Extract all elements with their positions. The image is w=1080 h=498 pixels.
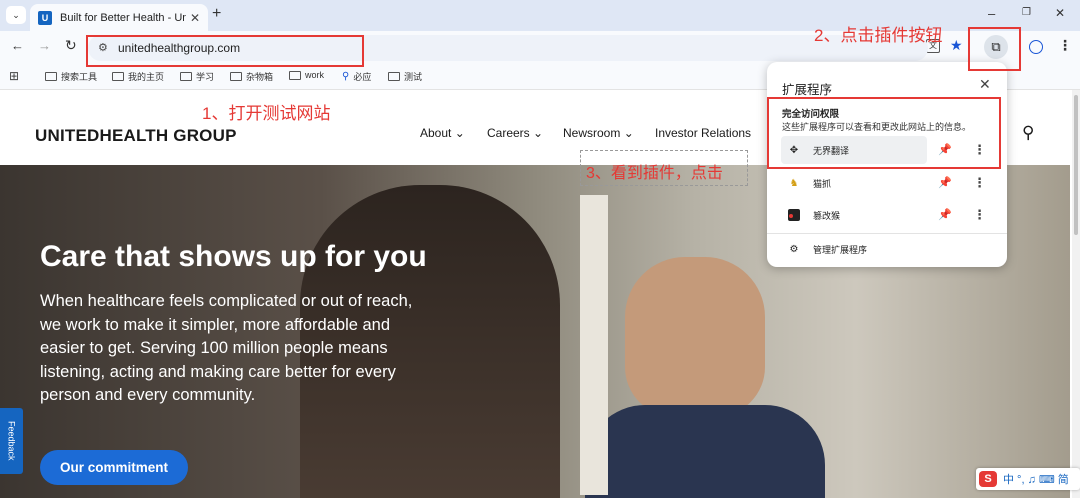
site-logo[interactable]: UNITEDHEALTH GROUP bbox=[35, 126, 237, 146]
minimize-button[interactable]: – bbox=[988, 6, 995, 21]
pin-icon[interactable]: 📌 bbox=[938, 208, 952, 221]
bookmark-label: 搜索工具 bbox=[61, 72, 98, 82]
bookmark-item[interactable]: 学习 bbox=[180, 70, 214, 83]
bookmark-item[interactable]: 杂物箱 bbox=[230, 70, 273, 83]
bookmark-item[interactable]: 我的主页 bbox=[112, 70, 164, 83]
menu-kebab-icon[interactable]: ⋮ bbox=[1058, 37, 1072, 54]
bookmark-item[interactable]: 测试 bbox=[388, 70, 422, 83]
gear-icon: ⚙ bbox=[789, 243, 799, 255]
pin-icon[interactable]: 📌 bbox=[938, 176, 952, 189]
tampermonkey-icon bbox=[787, 208, 801, 222]
bookmark-item[interactable]: 搜索工具 bbox=[45, 70, 97, 83]
bookmark-item[interactable]: work bbox=[289, 70, 324, 80]
annotation-box-address bbox=[86, 35, 364, 67]
apps-grid-icon[interactable]: ⊞ bbox=[9, 69, 19, 83]
bookmark-item[interactable]: ⚲ 必应 bbox=[342, 70, 371, 83]
popup-title: 扩展程序 bbox=[782, 83, 833, 97]
close-tab-icon[interactable]: ✕ bbox=[190, 11, 200, 25]
folder-icon bbox=[289, 70, 301, 80]
search-icon: ⚲ bbox=[342, 71, 350, 82]
hero-person-right bbox=[625, 257, 765, 417]
bookmark-label: 杂物箱 bbox=[246, 72, 274, 82]
porch-post bbox=[580, 195, 608, 495]
forward-arrow-icon[interactable]: → bbox=[38, 38, 51, 53]
annotation-step3: 3、看到插件，点击 bbox=[586, 165, 723, 182]
scrollbar-thumb[interactable] bbox=[1074, 95, 1078, 235]
chevron-down-icon: ⌄ bbox=[623, 126, 634, 140]
close-icon[interactable]: ✕ bbox=[979, 76, 991, 93]
folder-icon bbox=[180, 72, 192, 81]
bookmark-label: work bbox=[305, 70, 325, 80]
chevron-down-icon: ⌄ bbox=[454, 126, 465, 140]
cat-catch-icon: ♞ bbox=[789, 177, 799, 189]
ime-toolbar[interactable]: S 中 °, ♫ ⌨ 简 bbox=[976, 468, 1080, 490]
extension-item[interactable]: 篡改猴 bbox=[781, 201, 927, 229]
nav-about[interactable]: About ⌄ bbox=[420, 126, 465, 140]
more-icon[interactable]: ⋮ bbox=[973, 175, 986, 191]
annotation-box-extensions-button bbox=[968, 27, 1021, 71]
restore-button[interactable]: ❐ bbox=[1022, 7, 1031, 18]
site-search-icon[interactable]: ⚲ bbox=[1022, 123, 1034, 143]
hero-heading: Care that shows up for you bbox=[40, 240, 427, 273]
folder-icon bbox=[388, 72, 400, 81]
folder-icon bbox=[112, 72, 124, 81]
bookmark-star-icon[interactable]: ★ bbox=[950, 37, 963, 54]
ime-status: 中 °, ♫ ⌨ 简 bbox=[1003, 474, 1069, 486]
nav-label: Investor Relations bbox=[655, 126, 752, 140]
folder-icon bbox=[45, 72, 57, 81]
bookmark-label: 学习 bbox=[196, 72, 215, 82]
bookmark-label: 测试 bbox=[404, 72, 423, 82]
hero-person-body bbox=[585, 405, 825, 498]
bookmark-label: 必应 bbox=[353, 72, 372, 82]
bookmark-label: 我的主页 bbox=[128, 72, 165, 82]
manage-extensions-link[interactable]: ⚙ 管理扩展程序 bbox=[781, 235, 927, 263]
tab-search-icon[interactable]: ⌄ bbox=[6, 6, 26, 24]
annotation-box-extension-item bbox=[767, 97, 1001, 169]
new-tab-button[interactable]: + bbox=[212, 5, 221, 23]
nav-label: About bbox=[420, 126, 452, 140]
nav-investor-relations[interactable]: Investor Relations bbox=[655, 126, 751, 140]
hero-text: When healthcare feels complicated or out… bbox=[40, 292, 413, 404]
chevron-down-icon: ⌄ bbox=[533, 126, 544, 140]
extension-item[interactable]: ♞ 猫抓 bbox=[781, 169, 927, 197]
more-icon[interactable]: ⋮ bbox=[973, 207, 986, 223]
extension-name: 猫抓 bbox=[813, 178, 832, 189]
nav-careers[interactable]: Careers ⌄ bbox=[487, 126, 543, 140]
back-arrow-icon[interactable]: ← bbox=[11, 38, 24, 53]
feedback-tab[interactable]: Feedback bbox=[0, 408, 23, 474]
close-window-button[interactable]: ✕ bbox=[1055, 6, 1065, 20]
profile-avatar-icon[interactable] bbox=[1029, 40, 1043, 54]
browser-tab[interactable]: U Built for Better Health - Unite ✕ bbox=[30, 4, 208, 31]
folder-icon bbox=[230, 72, 242, 81]
nav-label: Careers bbox=[487, 126, 530, 140]
annotation-step1: 1、打开测试网站 bbox=[202, 104, 331, 123]
annotation-step2: 2、点击插件按钮 bbox=[814, 26, 943, 45]
site-favicon-icon: U bbox=[38, 10, 52, 25]
manage-label: 管理扩展程序 bbox=[813, 244, 868, 255]
reload-icon[interactable]: ↻ bbox=[65, 37, 77, 54]
ime-logo-icon: S bbox=[979, 471, 997, 487]
extension-name: 篡改猴 bbox=[813, 210, 841, 221]
popup-divider bbox=[767, 233, 1007, 234]
our-commitment-button[interactable]: Our commitment bbox=[40, 450, 188, 485]
nav-newsroom[interactable]: Newsroom ⌄ bbox=[563, 126, 634, 140]
tab-title: Built for Better Health - Unite bbox=[60, 11, 186, 24]
nav-label: Newsroom bbox=[563, 126, 621, 140]
